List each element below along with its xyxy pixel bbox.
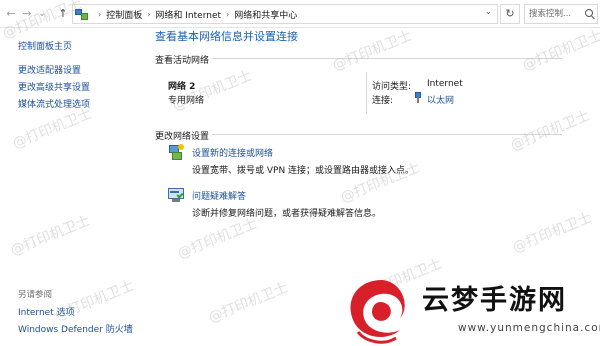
sidebar-link-media-streaming-options[interactable]: 媒体流式处理选项 — [18, 97, 90, 110]
sidebar-link-control-panel-home[interactable]: 控制面板主页 — [18, 39, 72, 52]
watermark: @打印机卫士 — [10, 105, 95, 153]
troubleshoot-problems-link[interactable]: 问题疑难解答 — [192, 189, 246, 202]
address-dropdown-chevron-icon[interactable]: ⌄ — [485, 7, 492, 16]
watermark: @打印机卫士 — [8, 212, 93, 260]
ethernet-connection-link[interactable]: 以太网 — [427, 93, 454, 106]
see-also-heading: 另请参阅 — [18, 290, 53, 300]
breadcrumb-network-internet[interactable]: 网络和 Internet — [155, 8, 221, 21]
breadcrumb-separator-icon: › — [147, 10, 151, 19]
setup-connection-icon[interactable] — [168, 144, 184, 161]
logo-name: 云梦手游网 — [422, 285, 567, 316]
sidebar-link-change-adapter-settings[interactable]: 更改适配器设置 — [18, 63, 81, 76]
watermark: @打印机卫士 — [508, 107, 593, 155]
active-networks-heading: 查看活动网络 — [155, 56, 210, 66]
setup-new-connection-description: 设置宽带、拨号或 VPN 连接；或设置路由器或接入点。 — [192, 166, 415, 176]
address-bar: ← → ⌄ ↑ › 控制面板 › 网络和 Internet › 网络和共享中心 … — [0, 0, 600, 28]
watermark: @打印机卫士 — [175, 215, 260, 263]
section-divider — [212, 58, 562, 59]
breadcrumb: › 控制面板 › 网络和 Internet › 网络和共享中心 — [75, 7, 297, 22]
breadcrumb-separator-icon: › — [226, 10, 230, 19]
search-box[interactable] — [524, 4, 598, 24]
troubleshoot-description: 诊断并修复网络问题，或者获得疑难解答信息。 — [192, 209, 382, 219]
change-network-settings-heading: 更改网络设置 — [155, 132, 210, 142]
site-logo: 云梦手游网 www.yunmengchina.com — [338, 270, 600, 346]
recent-locations-chevron-icon[interactable]: ⌄ — [35, 7, 49, 21]
connections-label: 连接: — [372, 96, 394, 106]
page-title: 查看基本网络信息并设置连接 — [155, 30, 298, 43]
refresh-button[interactable]: ↻ — [500, 4, 520, 24]
control-panel-icon — [75, 8, 89, 21]
section-divider — [212, 134, 562, 135]
access-type-value: Internet — [427, 79, 463, 89]
network-info-divider — [366, 72, 367, 114]
see-also-internet-options[interactable]: Internet 选项 — [18, 305, 75, 318]
breadcrumb-box[interactable]: › 控制面板 › 网络和 Internet › 网络和共享中心 ⌄ — [72, 4, 498, 24]
watermark: @打印机卫士 — [330, 27, 415, 75]
refresh-icon: ↻ — [505, 7, 515, 20]
see-also-windows-defender-firewall[interactable]: Windows Defender 防火墙 — [18, 322, 133, 335]
search-input[interactable] — [529, 8, 581, 20]
troubleshoot-icon[interactable] — [168, 188, 184, 202]
up-arrow-icon[interactable]: ↑ — [56, 7, 70, 21]
forward-arrow-icon[interactable]: → — [20, 7, 34, 21]
watermark: @打印机卫士 — [520, 27, 600, 75]
logo-swirl-icon — [350, 280, 405, 344]
breadcrumb-network-sharing-center[interactable]: 网络和共享中心 — [234, 8, 297, 21]
sidebar-link-advanced-sharing-settings[interactable]: 更改高级共享设置 — [18, 80, 90, 93]
network-name: 网络 2 — [168, 82, 196, 92]
logo-url: www.yunmengchina.com — [458, 322, 600, 334]
network-category: 专用网络 — [168, 96, 205, 106]
back-arrow-icon[interactable]: ← — [4, 7, 18, 21]
breadcrumb-control-panel[interactable]: 控制面板 — [106, 8, 142, 21]
watermark: @打印机卫士 — [510, 209, 595, 257]
setup-new-connection-link[interactable]: 设置新的连接或网络 — [192, 146, 273, 159]
search-icon[interactable] — [585, 9, 593, 17]
ethernet-icon — [415, 92, 421, 103]
watermark: @打印机卫士 — [206, 279, 291, 327]
access-type-label: 访问类型: — [372, 82, 412, 92]
breadcrumb-separator-icon: › — [98, 10, 102, 19]
